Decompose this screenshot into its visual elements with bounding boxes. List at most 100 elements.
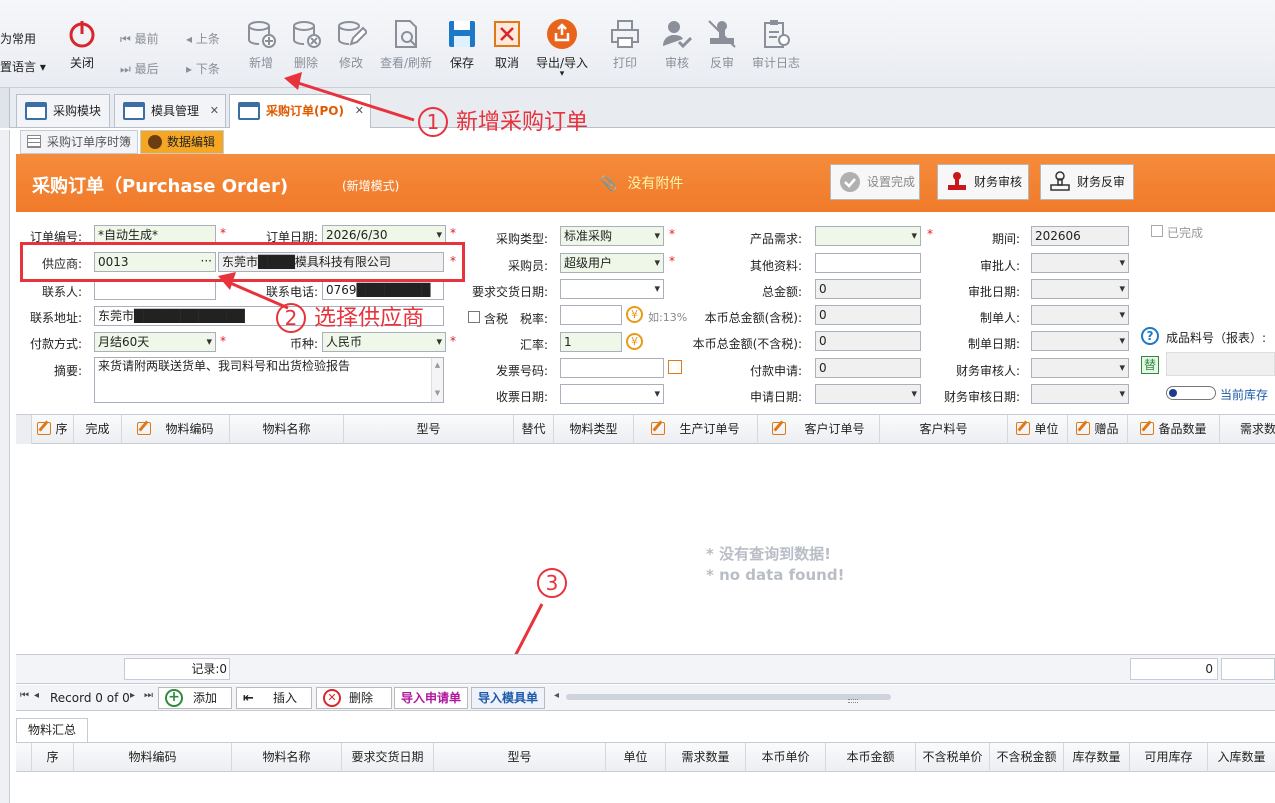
contact-field[interactable] — [94, 280, 216, 300]
receipt-date-picker[interactable] — [560, 384, 664, 404]
plus-circle-icon: + — [165, 689, 183, 707]
finance-audit-button[interactable]: 财务审核 — [937, 164, 1029, 200]
paperclip-icon: 📎 — [600, 176, 618, 192]
unaudit-button[interactable]: 反审 — [694, 18, 750, 71]
edit-pencil-icon — [137, 422, 152, 435]
sum-col-stock-qty[interactable]: 库存数量 — [1064, 743, 1130, 772]
export-import-button[interactable]: 导出/导入 ▾ — [532, 18, 592, 79]
nav-first-button[interactable]: ⏮ — [20, 690, 29, 701]
sum-col-inbound-qty[interactable]: 入库数量 — [1208, 743, 1275, 772]
audit-log-button[interactable]: 审计日志 — [744, 18, 808, 71]
delivery-date-picker[interactable] — [560, 279, 664, 299]
left-dock-panel — [0, 130, 10, 803]
tax-included-checkbox[interactable]: 含税 — [468, 310, 508, 327]
favorites-menu[interactable]: 为常用 — [0, 30, 36, 47]
col-seq[interactable]: 序 — [32, 415, 74, 444]
prev-record-button[interactable]: ◂ 上条 — [186, 30, 220, 47]
stock-label: 当前库存 — [1220, 388, 1269, 402]
payment-select[interactable]: 月结60天 — [94, 332, 216, 352]
stock-toggle[interactable] — [1166, 386, 1216, 400]
left-dock-edge — [0, 88, 10, 128]
sum-col-notax-price[interactable]: 不含税单价 — [916, 743, 990, 772]
approve-date-label: 审批日期: — [967, 285, 1020, 299]
tax-rate-field[interactable] — [560, 305, 622, 325]
splitter-grip[interactable] — [848, 699, 858, 703]
attachment-link[interactable]: 📎 没有附件 — [600, 173, 683, 193]
apply-date-picker[interactable] — [815, 384, 921, 404]
edit-note-icon[interactable] — [668, 360, 682, 374]
edit-pencil-icon — [772, 422, 787, 435]
insert-row-button[interactable]: ⇤ 插入 — [236, 687, 312, 709]
approve-date-picker — [1031, 279, 1129, 299]
sum-col-unit[interactable]: 单位 — [606, 743, 666, 772]
col-customer-order[interactable]: 客户订单号 — [758, 415, 880, 444]
last-record-button[interactable]: ⏭ 最后 — [120, 60, 159, 77]
col-demand-qty[interactable]: 需求数 — [1220, 415, 1275, 444]
col-done[interactable]: 完成 — [74, 415, 122, 444]
delete-row-button[interactable]: ✕ 删除 — [316, 687, 392, 709]
sum-col-demand-qty[interactable]: 需求数量 — [666, 743, 746, 772]
col-customer-part[interactable]: 客户料号 — [880, 415, 1008, 444]
col-material-type[interactable]: 物料类型 — [554, 415, 634, 444]
sum-col-available-stock[interactable]: 可用库存 — [1130, 743, 1208, 772]
currency-yen-icon[interactable]: ¥ — [626, 306, 643, 323]
replace-button[interactable]: 替 — [1141, 356, 1159, 374]
invoice-no-field[interactable] — [560, 358, 664, 378]
scroll-left-icon[interactable]: ◂ — [554, 690, 559, 701]
col-material-name[interactable]: 物料名称 — [230, 415, 344, 444]
close-circle-icon: ✕ — [323, 689, 341, 707]
tab-purchase-module[interactable]: 采购模块 — [16, 94, 110, 127]
buyer-select[interactable]: 超级用户 — [560, 253, 664, 273]
add-row-button[interactable]: + 添加 — [158, 687, 232, 709]
other-info-field[interactable] — [815, 253, 921, 273]
horizontal-scrollbar[interactable] — [566, 694, 891, 700]
total-notax-field: 0 — [815, 331, 921, 351]
tab-material-summary[interactable]: 物料汇总 — [16, 718, 88, 742]
first-record-button[interactable]: ⏮ 最前 — [120, 30, 159, 47]
nav-last-button[interactable]: ⏭ — [144, 690, 153, 701]
help-icon[interactable]: ? — [1141, 327, 1159, 345]
col-gift[interactable]: 赠品 — [1068, 415, 1128, 444]
product-demand-select[interactable] — [815, 226, 921, 246]
tab-order-journal[interactable]: 采购订单序时簿 — [20, 130, 138, 154]
language-label: 置语言 — [0, 60, 37, 74]
sum-col-material-code[interactable]: 物料编码 — [74, 743, 232, 772]
language-menu[interactable]: 置语言 ▾ — [0, 58, 46, 75]
sum-col-amount[interactable]: 本币金额 — [826, 743, 916, 772]
col-substitute[interactable]: 替代 — [514, 415, 554, 444]
sum-col-model[interactable]: 型号 — [434, 743, 606, 772]
col-spare-qty[interactable]: 备品数量 — [1128, 415, 1220, 444]
close-button[interactable]: 关闭 — [54, 18, 110, 71]
payment-label: 付款方式: — [29, 337, 82, 351]
col-material-code[interactable]: 物料编码 — [122, 415, 230, 444]
approver-select — [1031, 253, 1129, 273]
print-button[interactable]: 打印 — [597, 18, 653, 71]
completed-checkbox[interactable]: 已完成 — [1151, 224, 1203, 241]
memo-scrollbar[interactable]: ▲ ▼ — [431, 358, 443, 402]
cancel-button[interactable]: 取消 — [479, 18, 535, 71]
required-mark: * — [450, 334, 456, 348]
set-done-button[interactable]: 设置完成 — [830, 164, 920, 200]
import-request-button[interactable]: 导入申请单 — [394, 687, 468, 709]
finished-part-field[interactable] — [1166, 352, 1275, 376]
col-model[interactable]: 型号 — [344, 415, 514, 444]
purchase-type-select[interactable]: 标准采购 — [560, 226, 664, 246]
database-add-icon — [248, 21, 276, 48]
sum-col-notax-amount[interactable]: 不含税金额 — [990, 743, 1064, 772]
sum-col-material-name[interactable]: 物料名称 — [232, 743, 342, 772]
make-date-picker — [1031, 331, 1129, 351]
finance-unaudit-button[interactable]: 财务反审 — [1040, 164, 1134, 200]
nav-next-button[interactable]: ▸ — [130, 690, 135, 701]
sum-col-delivery-date[interactable]: 要求交货日期 — [342, 743, 434, 772]
currency-yen-icon[interactable]: ¥ — [626, 333, 643, 350]
exchange-rate-field[interactable]: 1 — [560, 332, 622, 352]
memo-textarea[interactable]: 来货请附两联送货单、我司料号和出货检验报告 ▲ ▼ — [94, 357, 444, 403]
import-mold-button[interactable]: 导入模具单 — [471, 687, 545, 709]
edit-pencil-icon — [651, 422, 666, 435]
database-delete-icon — [293, 21, 321, 48]
nav-prev-button[interactable]: ◂ — [34, 690, 39, 701]
sum-col-seq[interactable]: 序 — [32, 743, 74, 772]
col-unit[interactable]: 单位 — [1008, 415, 1068, 444]
col-production-order[interactable]: 生产订单号 — [634, 415, 758, 444]
sum-col-unit-price[interactable]: 本币单价 — [746, 743, 826, 772]
